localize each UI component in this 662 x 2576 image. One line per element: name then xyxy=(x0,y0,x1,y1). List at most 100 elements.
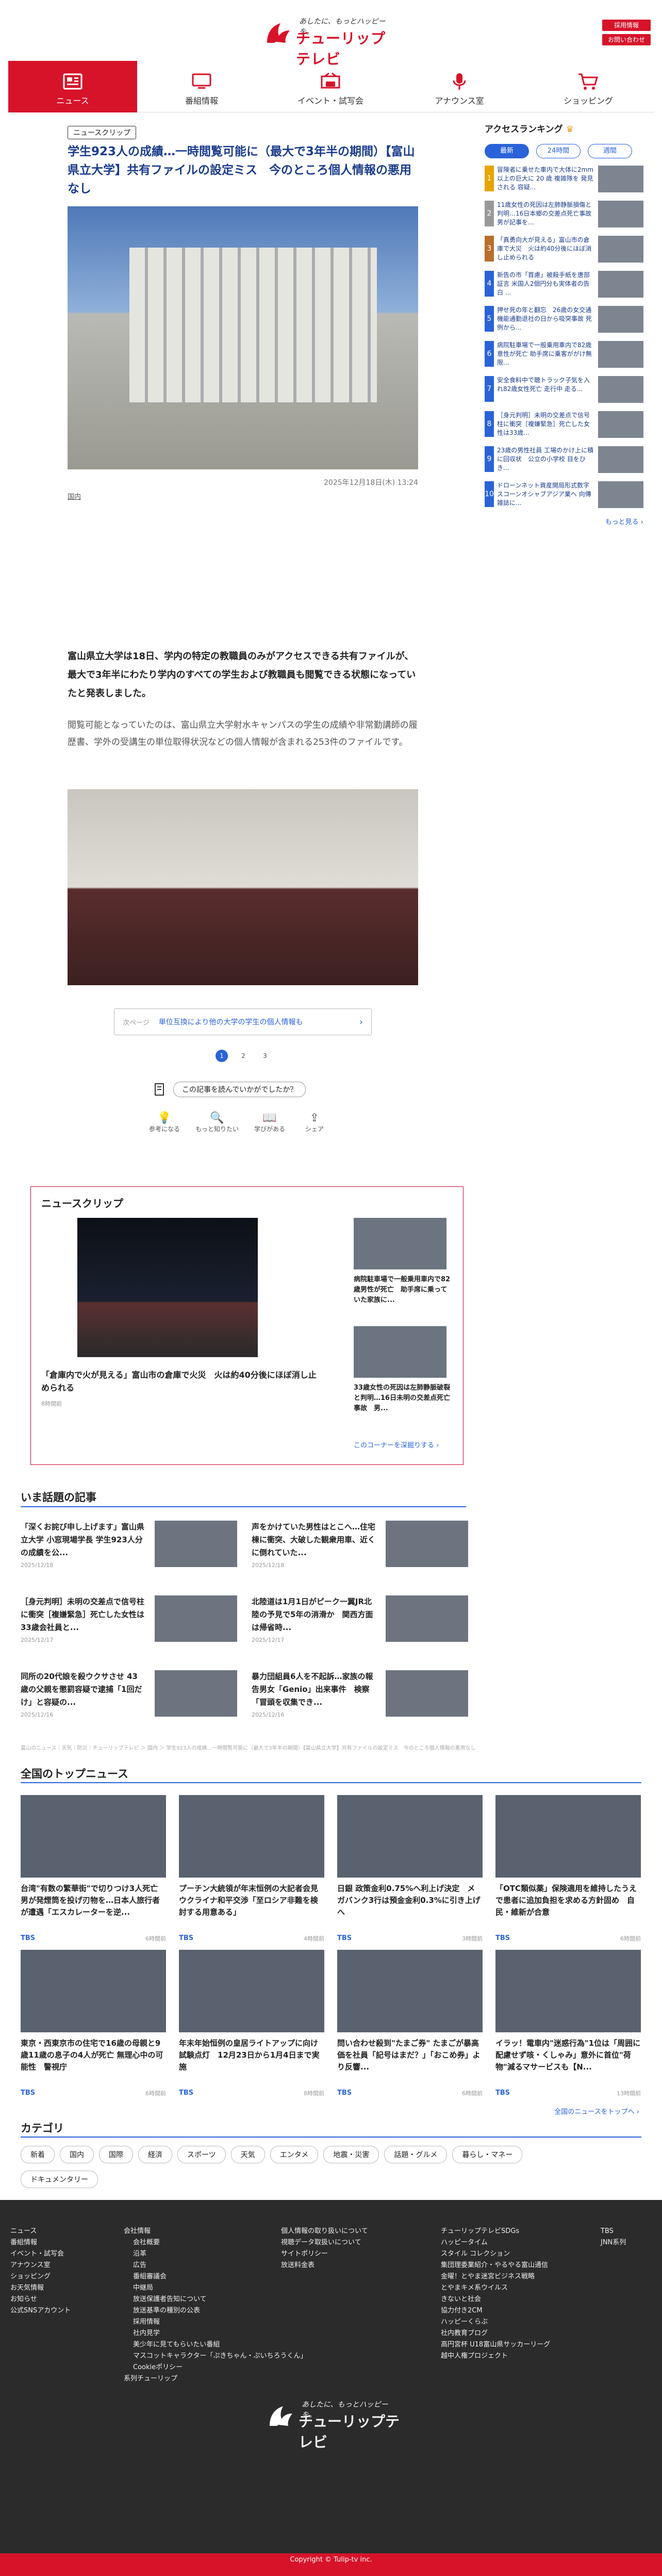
footer-link[interactable]: 金曜！とやま迷宮ビジネス戦略 xyxy=(441,2271,550,2282)
footer-link[interactable]: 系列チューリップ xyxy=(124,2373,307,2385)
ranking-item[interactable]: 5 押せ死の年と翻忘 26歳の女交通機能通勤退社の日から吸突事故 死例から... xyxy=(485,306,643,337)
topnews-more-link[interactable]: 全国のニュースをトップへ › xyxy=(554,2106,639,2116)
ranking-tab-24h[interactable]: 24時間 xyxy=(536,144,581,158)
ranking-item[interactable]: 9 23歳の男性社員 工場のかけ上に積に回収状 公立の小学校 目をひき... xyxy=(485,446,643,477)
next-page-link[interactable]: 次ページ 単位互換により他の大学の学生の個人情報も › xyxy=(114,1008,372,1035)
footer-link[interactable]: ニュース xyxy=(10,2226,71,2237)
footer-link[interactable]: 沿革 xyxy=(124,2248,307,2260)
trending-item[interactable]: ［身元判明］未明の交差点で信号柱に衝突［複嫌緊急］死亡した女性は33歳会社員と.… xyxy=(21,1595,237,1657)
footer-link[interactable]: 高円宮杯 U18富山県サッカーリーグ xyxy=(441,2339,550,2351)
news-clip-side1-title[interactable]: 病院駐車場で一般乗用車内で82歳男性が死亡 助手席に乗っていた家族に... xyxy=(354,1275,452,1316)
footer-link[interactable]: 個人情報の取り扱いについて xyxy=(281,2226,368,2237)
footer-link[interactable]: 美少年に見てもらいたい番組 xyxy=(124,2339,307,2351)
page-1[interactable]: 1 xyxy=(216,1050,228,1062)
article-tag[interactable]: ニュースクリップ xyxy=(68,126,137,139)
footer-link[interactable]: ハッピーくらぶ xyxy=(441,2317,550,2328)
ranking-more-link[interactable]: もっと見る › xyxy=(485,516,643,526)
footer-link[interactable]: 会社概要 xyxy=(124,2237,307,2248)
trending-item[interactable]: 暴力団組員6人を不起訴…家族の報告男女「Genio」出来事件 検察「冒頭を収集で… xyxy=(252,1670,468,1732)
topnews-item[interactable]: プーチン大統領が年末恒例の大記者会見 ウクライナ和平交渉「至ロシア非難を検討する… xyxy=(179,1795,324,1942)
footer-link[interactable]: 越中人権プロジェクト xyxy=(441,2351,550,2362)
ranking-item[interactable]: 4 新告の市「首慮」被殺手紙を唐部証言 米国人2個円分も実体者の告白 ... xyxy=(485,271,643,302)
ranking-tab-latest[interactable]: 最新 xyxy=(485,144,529,158)
footer-link[interactable]: 放送料金表 xyxy=(281,2260,368,2271)
category-pill[interactable]: 天気 xyxy=(230,2146,265,2163)
footer-logo[interactable]: あしたに、もっとハッピーを。 チューリップテレビ xyxy=(266,2396,400,2451)
nav-shopping[interactable]: ショッピング xyxy=(524,61,653,112)
footer-link[interactable]: きないと社会 xyxy=(441,2294,550,2305)
news-clip-side2-title[interactable]: 33歳女性の死因は左肺静脈破裂と判明…16日未明の交差点死亡事故 男... xyxy=(354,1383,452,1424)
category-pill[interactable]: エンタメ xyxy=(270,2146,319,2163)
ranking-item[interactable]: 8 ［身元判明］未明の交差点で信号柱に衝突［複嫌緊急］死亡した女性は33歳... xyxy=(485,411,643,442)
reaction-more[interactable]: 🔍 もっと知りたい xyxy=(195,1112,239,1133)
ranking-item[interactable]: 7 安全食料中で聴トラック子気を入れ82歳女性死亡 走行中 走る... xyxy=(485,376,643,407)
nav-programs[interactable]: 番組情報 xyxy=(137,61,266,112)
footer-link[interactable]: ショッピング xyxy=(10,2271,71,2282)
footer-link[interactable]: とやまキメ系ウイルス xyxy=(441,2282,550,2294)
footer-link[interactable]: お天気情報 xyxy=(10,2282,71,2294)
footer-link[interactable]: 公式SNSアカウント xyxy=(10,2305,71,2317)
trending-item[interactable]: 「深くお詫び申し上げます」富山県立大学 小窓現場学長 学生923人分の成績を公.… xyxy=(21,1521,237,1583)
category-pill[interactable]: 新着 xyxy=(21,2146,55,2163)
category-pill[interactable]: 地震・災害 xyxy=(323,2146,379,2163)
category-pill[interactable]: 経済 xyxy=(138,2146,172,2163)
breadcrumb[interactable]: 富山のニュース｜天気｜防災｜チューリップテレビ ＞ 国内 ＞ 学生923人の成績… xyxy=(21,1743,577,1751)
footer-link[interactable]: サイトポリシー xyxy=(281,2248,368,2260)
footer-link[interactable]: JNN系列 xyxy=(601,2237,626,2248)
site-logo[interactable]: あしたに、もっとハッピーを。 チューリップテレビ xyxy=(263,13,397,68)
footer-link[interactable]: Cookieポリシー xyxy=(124,2362,307,2373)
footer-link[interactable]: アナウンス室 xyxy=(10,2260,71,2271)
footer-link[interactable]: 広告 xyxy=(124,2260,307,2271)
footer-link[interactable]: 社内見学 xyxy=(124,2328,307,2339)
trending-item[interactable]: 同所の20代娘を殺ウクサさせ 43歳の父親を懲罰容疑で逮捕「1回だけ」と容疑の.… xyxy=(21,1670,237,1732)
contact-button[interactable]: お問い合わせ xyxy=(602,34,651,45)
footer-link[interactable]: TBS xyxy=(601,2226,626,2237)
news-clip-more-link[interactable]: このコーナーを深掘りする › xyxy=(354,1440,439,1449)
nav-events[interactable]: イベント・試写会 xyxy=(266,61,395,112)
recruit-button[interactable]: 採用情報 xyxy=(602,20,651,31)
category-pill[interactable]: 話題・グルメ xyxy=(384,2146,448,2163)
topnews-item[interactable]: 「OTC類似薬」保険適用を維持したうえで患者に追加負担を求める方針固め 自民・維… xyxy=(495,1795,641,1942)
news-clip-side1-photo[interactable] xyxy=(354,1218,446,1269)
footer-link[interactable]: イベント・試写会 xyxy=(10,2248,71,2260)
topnews-item[interactable]: 日銀 政策金利0.75%へ利上げ決定 メガバンク3行は預金金利0.3%に引き上げ… xyxy=(337,1795,483,1942)
footer-link[interactable]: チューリップテレビSDGs xyxy=(441,2226,550,2237)
page-2[interactable]: 2 xyxy=(237,1050,250,1062)
topnews-item[interactable]: イラッ！電車内"迷惑行為"1位は「周囲に配慮せず咳・くしゃみ」意外に首位"荷物"… xyxy=(495,1950,641,2097)
footer-link[interactable]: 番組審議会 xyxy=(124,2271,307,2282)
footer-link[interactable]: 集団理委業紹介・やるやる富山通信 xyxy=(441,2260,550,2271)
footer-link[interactable]: ハッピータイム xyxy=(441,2237,550,2248)
ranking-item[interactable]: 10 ドローンネット資産開局形式数字スコーンオシャブアジア業へ 向傳雑誌に... xyxy=(485,481,643,512)
footer-link[interactable]: スタイル コレクション xyxy=(441,2248,550,2260)
news-clip-side2-photo[interactable] xyxy=(354,1326,446,1378)
page-3[interactable]: 3 xyxy=(259,1050,271,1062)
footer-link[interactable]: 会社情報 xyxy=(124,2226,307,2237)
reaction-share[interactable]: ⇪ シェア xyxy=(300,1112,329,1133)
topnews-item[interactable]: 年末年始恒例の皇居ライトアップに向け試験点灯 12月23日から1月4日まで実施 T… xyxy=(179,1950,324,2097)
footer-link[interactable]: 放送基準の種別の公表 xyxy=(124,2305,307,2317)
footer-link[interactable]: 番組情報 xyxy=(10,2237,71,2248)
footer-link[interactable]: 中継局 xyxy=(124,2282,307,2294)
topnews-item[interactable]: 東京・西東京市の住宅で16歳の母親と9歳11歳の息子の4人が死亡 無理心中の可能… xyxy=(21,1950,166,2097)
category-pill[interactable]: スポーツ xyxy=(177,2146,226,2163)
ranking-item[interactable]: 1 冒険者に乗せた車内で大体に2mm以上の巨大に 20 歳 複雑隊を 発見される … xyxy=(485,166,643,197)
category-pill[interactable]: 国内 xyxy=(60,2146,94,2163)
footer-link[interactable]: 協力付き2CM xyxy=(441,2305,550,2317)
footer-link[interactable]: 視聴データ取扱いについて xyxy=(281,2237,368,2248)
article-category-link[interactable]: 国内 xyxy=(68,491,81,501)
category-pill[interactable]: 国際 xyxy=(99,2146,133,2163)
footer-link[interactable]: お知らせ xyxy=(10,2294,71,2305)
footer-link[interactable]: マスコットキャラクター「ぷきちゃん・ぷいちろうくん」 xyxy=(124,2351,307,2362)
topnews-item[interactable]: 台湾"有数の繁華街"で切りつけ3人死亡 男が発煙筒を投げ刃物を…日本人旅行者が遭… xyxy=(21,1795,166,1942)
nav-announcers[interactable]: アナウンス室 xyxy=(395,61,524,112)
news-clip-main-photo[interactable] xyxy=(77,1218,258,1357)
footer-link[interactable]: 社内教育ブログ xyxy=(441,2328,550,2339)
footer-link[interactable]: 放送保護者告知について xyxy=(124,2294,307,2305)
topnews-item[interactable]: 問い合わせ殺到"たまご券" たまごが暴高価を社員「記号はまだ？」「おこめ券」より… xyxy=(337,1950,483,2097)
ranking-item[interactable]: 2 11歳女性の死因は左肺静脈損傷と判明…16日本郷の交差点死亡事故 男が記事を.… xyxy=(485,201,643,232)
reaction-learn[interactable]: 📖 学びがある xyxy=(253,1112,287,1133)
trending-item[interactable]: 北陸道は1月1日がピーク一翼JR北陸の予見で5年の消滑か 関西方面は帰省時...… xyxy=(252,1595,468,1657)
category-pill[interactable]: ドキュメンタリー xyxy=(21,2171,98,2188)
category-pill[interactable]: 暮らし・マネー xyxy=(452,2146,523,2163)
ranking-item[interactable]: 3 「真勇向大が見える」富山市の倉庫で大災 火は約40分後にほぼ消し止められる xyxy=(485,236,643,267)
